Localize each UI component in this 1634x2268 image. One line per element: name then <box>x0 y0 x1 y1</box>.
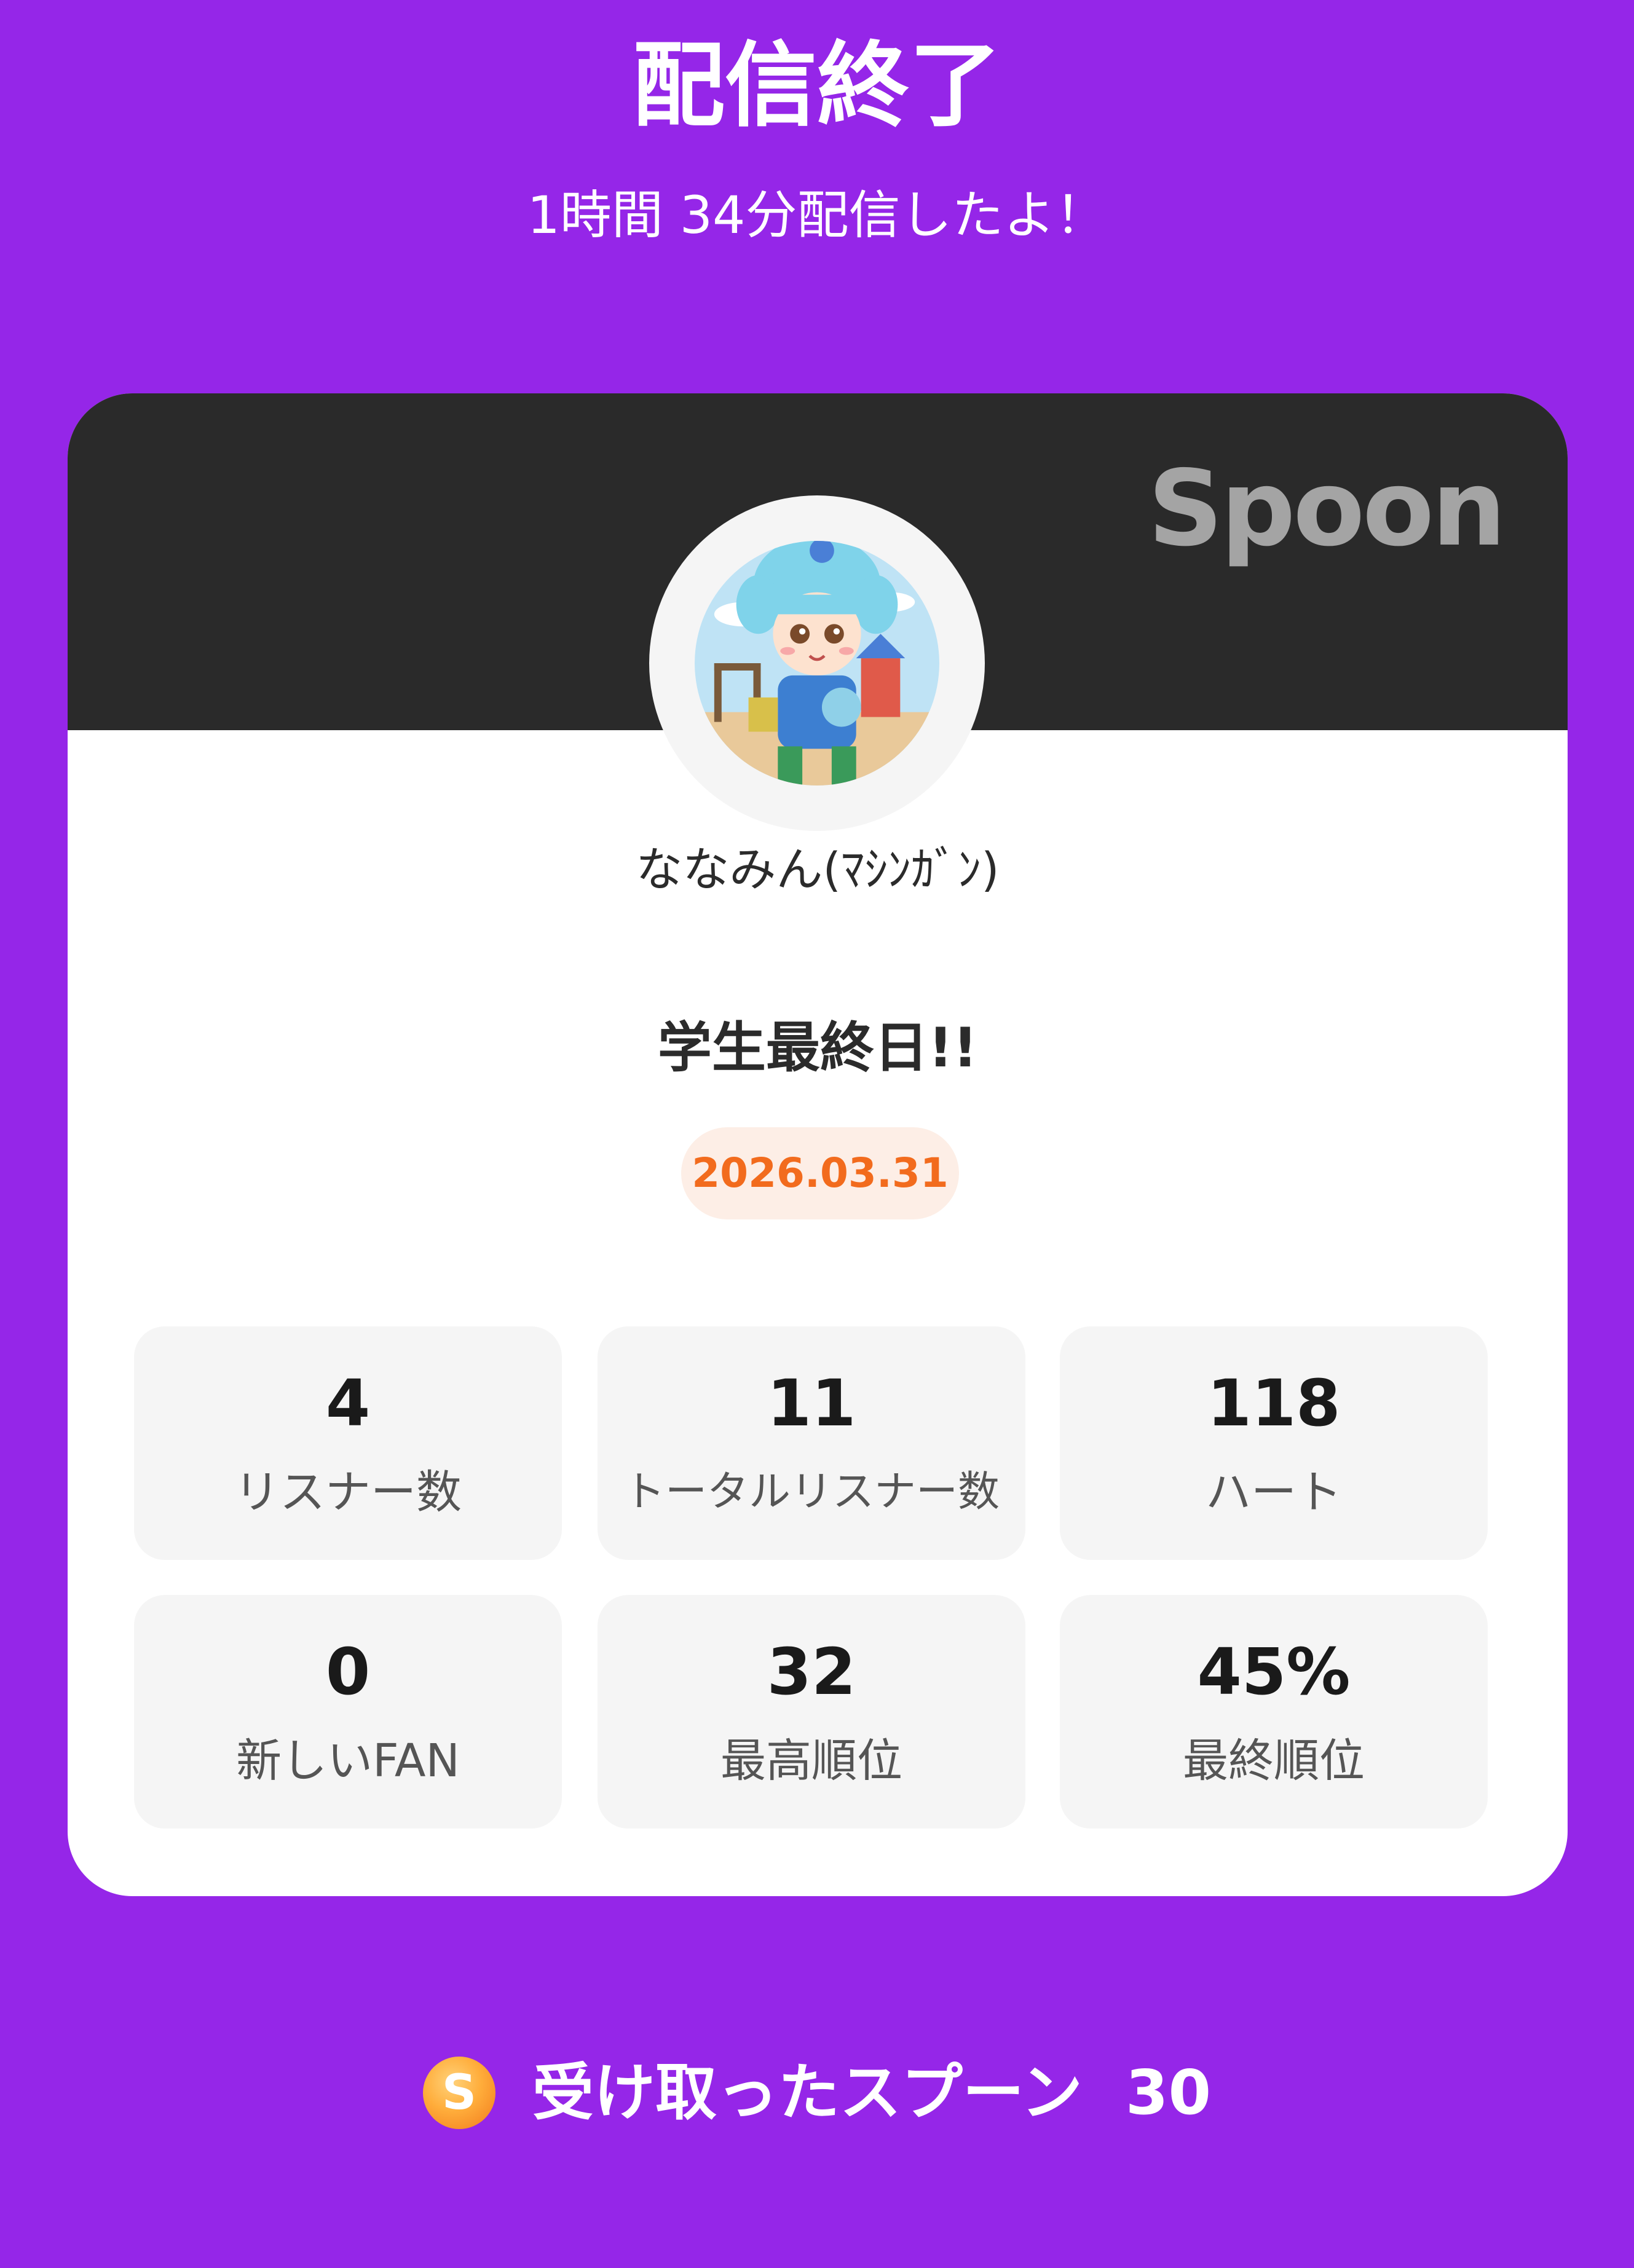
avatar-eye <box>790 624 810 644</box>
stat-listeners: 4 リスナー数 <box>134 1326 562 1560</box>
stat-hearts: 118 ハート <box>1060 1326 1488 1560</box>
stat-value: 118 <box>1207 1366 1341 1441</box>
avatar-plush <box>821 687 861 727</box>
stat-final-rank: 45% 最終順位 <box>1060 1595 1488 1829</box>
username: ななみん(ﾏｼﾝｶﾞﾝ) <box>636 842 1000 897</box>
received-spoons-label: 受け取ったスプーン <box>532 2057 1083 2128</box>
stat-label: リスナー数 <box>234 1466 462 1519</box>
stat-value: 45% <box>1197 1634 1351 1709</box>
spoon-coin-icon: S <box>422 2057 495 2129</box>
stat-label: 最高順位 <box>720 1734 902 1787</box>
stat-total-listeners: 11 トータルリスナー数 <box>598 1326 1025 1560</box>
avatar-image <box>695 541 939 786</box>
broadcast-duration: 1時間 34分配信したよ！ <box>527 185 1107 245</box>
avatar-eye-shine <box>799 628 806 635</box>
avatar-swing-post <box>714 663 722 722</box>
stat-value: 4 <box>325 1366 371 1441</box>
avatar-cheek <box>839 647 854 655</box>
spoon-logo: Spoon <box>1148 448 1506 570</box>
avatar-swing-bar <box>714 663 761 671</box>
stat-value: 32 <box>767 1634 856 1709</box>
avatar-cheek <box>780 647 795 655</box>
avatar <box>649 495 985 831</box>
avatar-eye <box>824 624 844 644</box>
avatar-bangs <box>778 594 856 615</box>
received-spoons: S 受け取ったスプーン 30 <box>0 2053 1634 2133</box>
stat-label: 新しいFAN <box>236 1734 460 1787</box>
avatar-slide <box>861 658 901 717</box>
avatar-hair-tail <box>736 575 781 634</box>
avatar-leg <box>778 746 803 786</box>
avatar-leg <box>831 746 856 786</box>
broadcast-title: 学生最終日!! <box>657 1016 978 1079</box>
stat-label: 最終順位 <box>1183 1734 1365 1787</box>
stat-value: 11 <box>767 1366 856 1441</box>
broadcast-summary-card: Spoon ななみん(ﾏｼﾝｶﾞﾝ) 学生最終日!! 2026.03.31 4 … <box>68 393 1568 1896</box>
avatar-eye-shine <box>833 628 840 635</box>
avatar-book <box>748 697 778 732</box>
avatar-illustration <box>695 541 939 786</box>
received-spoons-count: 30 <box>1125 2057 1212 2128</box>
stat-value: 0 <box>325 1634 371 1709</box>
stat-label: トータルリスナー数 <box>623 1468 1000 1516</box>
date-badge: 2026.03.31 <box>681 1127 959 1219</box>
stat-label: ハート <box>1206 1466 1342 1519</box>
stat-new-fans: 0 新しいFAN <box>134 1595 562 1829</box>
page-title: 配信終了 <box>632 33 1001 140</box>
stat-highest-rank: 32 最高順位 <box>598 1595 1025 1829</box>
avatar-hair-tail <box>853 575 898 634</box>
